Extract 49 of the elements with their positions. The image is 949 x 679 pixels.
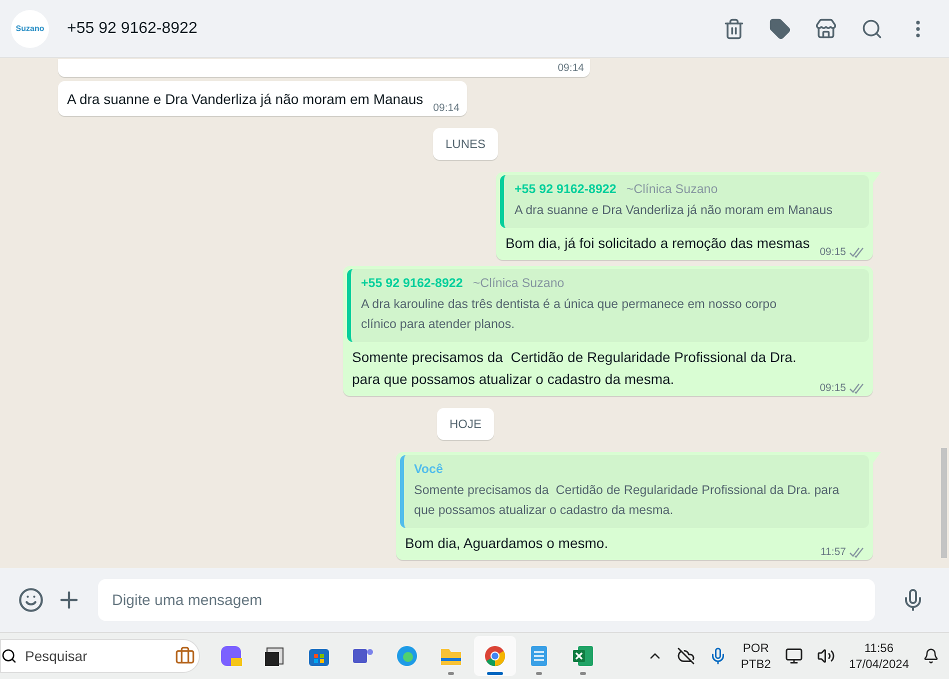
quote-text: A dra karouline das três dentista é a única que permanece em nosso corpo clínico para atender planos. [361, 296, 778, 333]
quote-group: ~Clínica Suzano [472, 276, 564, 290]
clock[interactable]: 11:56 17/04/2024 [848, 640, 909, 672]
volume-icon[interactable] [816, 647, 835, 665]
message-text: Bom dia, Aguardamos o mesmo. [405, 534, 610, 553]
language-text: POR [742, 640, 769, 656]
network-icon[interactable] [784, 647, 803, 665]
quoted-message[interactable]: +55 92 9162-8922 ~Clínica Suzano A dra karouline das três dentista é a única que permanece em nosso corpo clínico para atender planos. [347, 269, 869, 342]
emoji-icon[interactable] [18, 587, 44, 613]
quote-text: Somente precisamos da Certidão de Regularidade Profissional da Dra. para que possamos atualizar o cadastro da mesma. [414, 482, 840, 519]
browser-icon [483, 644, 507, 668]
scrollbar[interactable] [941, 448, 947, 558]
message-text: A dra suanne e Dra Vanderliza já não moram em Manaus [67, 90, 424, 109]
search-placeholder: Pesquisar [25, 648, 88, 664]
quote-author: +55 92 9162-8922 [514, 182, 616, 196]
briefcase-icon [175, 646, 195, 666]
tag-icon[interactable] [769, 18, 791, 40]
cloud-off-icon[interactable] [676, 647, 695, 665]
quote-author: Você [414, 462, 443, 476]
message-time: 09:14 [433, 102, 460, 114]
taskbar-search[interactable]: Pesquisar [0, 639, 200, 673]
message-time: 11:57 [820, 546, 846, 558]
quote-group: ~Clínica Suzano [626, 182, 718, 196]
app-icon [219, 644, 243, 668]
quote-text: A dra suanne e Dra Vanderliza já não moram em Manaus [514, 202, 834, 219]
trash-icon[interactable] [723, 18, 745, 40]
search-icon[interactable] [861, 18, 883, 40]
quote-author: +55 92 9162-8922 [361, 276, 463, 290]
contact-name[interactable]: +55 92 9162-8922 [67, 20, 705, 38]
contact-avatar[interactable]: Suzano [11, 10, 49, 48]
message-time: 09:14 [558, 61, 584, 75]
spreadsheet-icon [571, 644, 595, 668]
layout-text: PTB2 [740, 656, 771, 672]
message-input[interactable]: Digite uma mensagem [98, 579, 875, 621]
date-chip: LUNES [433, 128, 498, 160]
store-icon[interactable] [815, 18, 837, 40]
quoted-message[interactable]: +55 92 9162-8922 ~Clínica Suzano A dra suanne e Dra Vanderliza já não moram em Manaus [500, 175, 869, 228]
message-time: 09:15 [820, 382, 846, 394]
language-indicator[interactable]: POR PTB2 [740, 640, 771, 672]
clock-time: 11:56 [864, 640, 894, 656]
message-time: 09:15 [820, 246, 846, 258]
notification-icon[interactable] [923, 648, 939, 664]
quoted-message[interactable]: Você Somente precisamos da Certidão de Regularidade Profissional da Dra. para que possamos atualizar o cadastro da mesma. [400, 455, 869, 528]
search-icon [1, 648, 17, 664]
clock-date: 17/04/2024 [848, 656, 909, 672]
message-text: Somente precisamos da Certidão de Regularidade Profissional da Dra. para que possamos atualizar o cadastro da mesma. [352, 348, 798, 389]
message-text: Bom dia, já foi solicitado a remoção das mesmas [505, 234, 810, 253]
date-chip: HOJE [437, 408, 494, 440]
browser-icon [395, 644, 419, 668]
